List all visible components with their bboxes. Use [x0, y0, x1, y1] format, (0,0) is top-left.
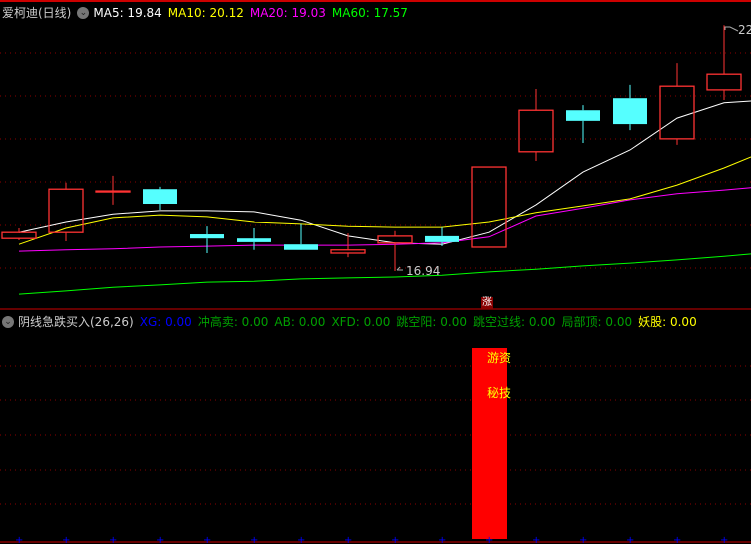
- candle: [566, 105, 600, 144]
- candles: [1, 25, 742, 271]
- ma-label-1: MA10: 20.12: [167, 5, 244, 20]
- candle-body: [1, 231, 37, 239]
- axis-tick-marker: +: [626, 535, 634, 544]
- stock-title: 爱柯迪(日线): [2, 6, 72, 20]
- svg-text:22: 22: [738, 23, 751, 37]
- candle-body: [706, 73, 742, 91]
- stock-chart[interactable]: + + + + + + + + + + + + + + + + 22 16.94: [0, 0, 751, 544]
- low-label: 16.94: [396, 264, 440, 278]
- indicator-header: ⌄ 阴线急跌买入(26,26) XG: 0.00 冲高卖: 0.00 AB: 0.0…: [2, 313, 703, 330]
- candle-body: [330, 249, 366, 254]
- axis-tick-marker: +: [438, 535, 446, 544]
- candle-body: [659, 85, 695, 140]
- axis-tick-marker: +: [297, 535, 305, 544]
- chevron-down-icon[interactable]: ⌄: [77, 6, 90, 19]
- signal-text-youzi: 游资: [487, 351, 512, 365]
- candle: [518, 88, 554, 162]
- candle-body: [143, 189, 177, 205]
- candle-body: [518, 109, 554, 153]
- chevron-down-icon[interactable]: ⌄: [2, 315, 14, 328]
- candle-body: [190, 234, 224, 239]
- indicator-panel: + + + + + + + + + + + + + + + +: [15, 348, 728, 544]
- signal-bar: [472, 348, 507, 539]
- candle: [143, 186, 177, 211]
- candle: [48, 182, 84, 241]
- ma-label-3: MA60: 17.57: [331, 5, 408, 20]
- svg-text:16.94: 16.94: [406, 264, 440, 278]
- axis-tick-marker: +: [156, 535, 164, 544]
- candle-body: [237, 238, 271, 242]
- ma-label-2: MA20: 19.03: [249, 5, 326, 20]
- axis-tick-marker: +: [485, 535, 493, 544]
- axis-tick-marker: +: [673, 535, 681, 544]
- indicator-value-0: XG: 0.00: [139, 315, 192, 329]
- indicator-value-2: AB: 0.00: [274, 315, 326, 329]
- candle: [190, 226, 224, 253]
- indicator-value-3: XFD: 0.00: [331, 315, 391, 329]
- indicator-value-1: 冲高卖: 0.00: [197, 315, 269, 329]
- ma-line-ma10: [18, 156, 751, 245]
- axis-tick-marker: +: [203, 535, 211, 544]
- candle: [613, 84, 647, 131]
- axis-tick-marker: +: [532, 535, 540, 544]
- main-header: 爱柯迪(日线) ⌄ MA5: 19.84 MA10: 20.12 MA20: 19.…: [2, 4, 414, 21]
- axis-tick-marker: +: [344, 535, 352, 544]
- moving-averages: [18, 100, 751, 295]
- candle-body: [377, 235, 413, 244]
- candle: [237, 228, 271, 250]
- axis-tick-marker: +: [109, 535, 117, 544]
- candle: [95, 175, 131, 205]
- ma-line-ma60: [18, 253, 751, 295]
- candle-body: [95, 190, 131, 193]
- axis-tick-marker: +: [720, 535, 728, 544]
- candle: [284, 223, 318, 250]
- axis-tick-marker: +: [62, 535, 70, 544]
- indicator-value-5: 跳空过线: 0.00: [472, 315, 556, 329]
- candle-body: [566, 110, 600, 121]
- up-marker: 涨: [481, 297, 493, 309]
- indicator-value-4: 跳空阳: 0.00: [396, 315, 467, 329]
- axis-tick-marker: +: [15, 535, 23, 544]
- candle-body: [284, 244, 318, 250]
- axis-tick-marker: +: [579, 535, 587, 544]
- candle-body: [425, 235, 459, 242]
- axis-tick-marker: +: [391, 535, 399, 544]
- indicator-value-7: 妖股: 0.00: [638, 315, 697, 329]
- axis-tick-marker: +: [250, 535, 258, 544]
- ma-label-0: MA5: 19.84: [93, 5, 162, 20]
- indicator-name: 阴线急跌买入(26,26): [18, 315, 134, 329]
- high-label: 22: [724, 23, 751, 37]
- indicator-value-6: 局部顶: 0.00: [561, 315, 633, 329]
- candle-body: [613, 98, 647, 125]
- signal-text-miji: 秘技: [487, 386, 512, 400]
- candle: [706, 25, 742, 101]
- candle: [659, 63, 695, 145]
